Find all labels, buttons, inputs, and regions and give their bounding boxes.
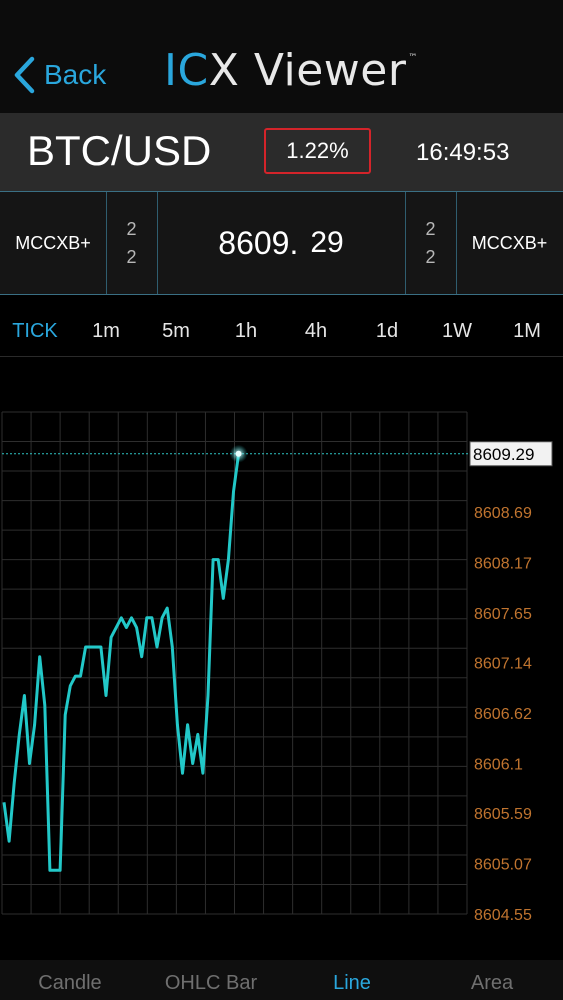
- ask-source[interactable]: MCCXB+: [456, 192, 563, 294]
- bid-quantity: 2 2: [106, 192, 157, 294]
- y-tick-label: 8608.69: [474, 505, 532, 522]
- ask-qty-bottom: 2: [425, 247, 436, 267]
- tab-1m[interactable]: 1m: [92, 320, 120, 343]
- quote-strip: MCCXB+ 2 2 8609. 29 2 2 MCCXB+: [0, 191, 563, 295]
- tab-area[interactable]: Area: [471, 972, 513, 995]
- ask-quantity: 2 2: [405, 192, 456, 294]
- tab-tick[interactable]: TICK: [12, 320, 58, 343]
- price-decimal: 29: [310, 226, 344, 259]
- tab-1d[interactable]: 1d: [376, 320, 398, 343]
- change-percent-badge: 1.22%: [264, 128, 371, 174]
- tab-1mo[interactable]: 1M: [513, 320, 541, 343]
- y-tick-label: 8607.65: [474, 606, 532, 623]
- y-tick-label: 8605.59: [474, 806, 532, 823]
- y-tick-label: 8608.17: [474, 556, 532, 573]
- last-point: [235, 450, 242, 457]
- current-price-tag-text: 8609.29: [473, 445, 534, 464]
- logo-ic: IC: [164, 45, 209, 96]
- bid-source[interactable]: MCCXB+: [0, 192, 106, 294]
- price-integer: 8609.: [218, 224, 299, 261]
- timeframe-tabs: TICK 1m 5m 1h 4h 1d 1W 1M: [0, 310, 563, 357]
- chevron-left-icon: [14, 56, 35, 94]
- tab-4h[interactable]: 4h: [305, 320, 327, 343]
- quote-time: 16:49:53: [416, 139, 510, 166]
- back-label: Back: [44, 59, 107, 90]
- y-tick-label: 8606.62: [474, 706, 532, 723]
- ask-qty-top: 2: [425, 219, 436, 239]
- back-button[interactable]: Back: [12, 50, 106, 100]
- pair-header: BTC/USD 1.22% 16:49:53: [0, 113, 563, 191]
- tab-1w[interactable]: 1W: [442, 320, 472, 343]
- app-logo: ICX Viewer ™: [164, 45, 418, 96]
- tab-1h[interactable]: 1h: [235, 320, 257, 343]
- y-tick-label: 8605.07: [474, 857, 532, 874]
- y-axis-labels: 8608.69 8608.17 8607.65 8607.14 8606.62 8606.…: [474, 505, 532, 924]
- logo-trademark: ™: [408, 53, 418, 63]
- price-chart[interactable]: 8608.69 8608.17 8607.65 8607.14 8606.62 8606.…: [0, 400, 563, 940]
- bid-qty-bottom: 2: [126, 247, 137, 267]
- bid-qty-top: 2: [126, 219, 137, 239]
- tab-5m[interactable]: 5m: [162, 320, 190, 343]
- price-line: [2, 453, 241, 872]
- nav-bar: Back ICX Viewer ™: [0, 0, 563, 113]
- y-tick-label: 8607.14: [474, 656, 532, 673]
- tab-candle[interactable]: Candle: [38, 972, 101, 995]
- tab-ohlc-bar[interactable]: OHLC Bar: [165, 972, 257, 995]
- current-price: 8609. 29: [157, 192, 405, 294]
- y-tick-label: 8606.1: [474, 756, 523, 773]
- current-price-tag: 8609.29: [469, 441, 553, 467]
- y-tick-label: 8604.55: [474, 907, 532, 924]
- chart-type-tabs: Candle OHLC Bar Line Area: [0, 960, 563, 1000]
- logo-rest: X Viewer: [208, 45, 407, 96]
- pair-symbol[interactable]: BTC/USD: [27, 127, 211, 175]
- tab-line[interactable]: Line: [333, 972, 371, 995]
